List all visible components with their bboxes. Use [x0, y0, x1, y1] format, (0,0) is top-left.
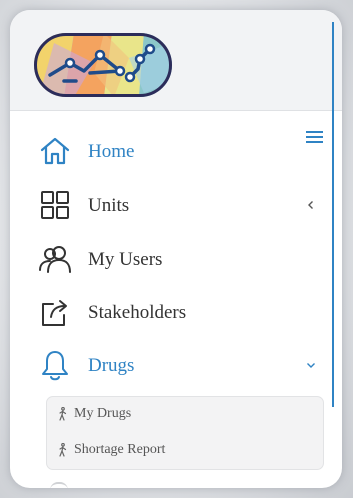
sidebar-item-label: Home	[88, 141, 135, 162]
sidebar-item-label: Stakeholders	[88, 302, 187, 323]
share-icon	[42, 300, 67, 326]
next-item-edge	[50, 482, 68, 488]
grid-icon	[41, 191, 69, 219]
submenu-item-my-drugs[interactable]: My Drugs	[53, 403, 313, 425]
submenu-item-label: My Drugs	[74, 406, 132, 421]
sidebar-item-label: Units	[88, 195, 130, 216]
network-graph-logo[interactable]	[34, 33, 172, 97]
bell-icon	[42, 351, 68, 381]
sidebar-item-label: My Users	[88, 249, 163, 270]
chevron-down-icon[interactable]	[306, 360, 316, 370]
sidebar-item-drugs[interactable]: Drugs	[30, 344, 320, 386]
home-icon	[40, 137, 70, 165]
sidebar-item-units[interactable]: Units	[30, 184, 320, 226]
users-icon	[39, 246, 71, 273]
chevron-left-icon[interactable]	[306, 200, 316, 210]
submenu-item-shortage-report[interactable]: Shortage Report	[53, 439, 313, 461]
sidebar-header	[10, 10, 342, 111]
sidebar-panel: Home Units My Users Stakeholders Drugs M…	[10, 10, 342, 488]
submenu-item-label: Shortage Report	[74, 442, 166, 457]
sidebar-item-my-users[interactable]: My Users	[30, 238, 320, 280]
drugs-submenu: My Drugs Shortage Report	[46, 396, 324, 470]
sidebar-item-home[interactable]: Home	[30, 130, 320, 172]
person-walking-icon	[59, 443, 67, 457]
content-edge-divider	[332, 22, 334, 407]
sidebar-item-label: Drugs	[88, 355, 135, 376]
sidebar-item-stakeholders[interactable]: Stakeholders	[30, 291, 320, 333]
person-walking-icon	[59, 407, 67, 421]
